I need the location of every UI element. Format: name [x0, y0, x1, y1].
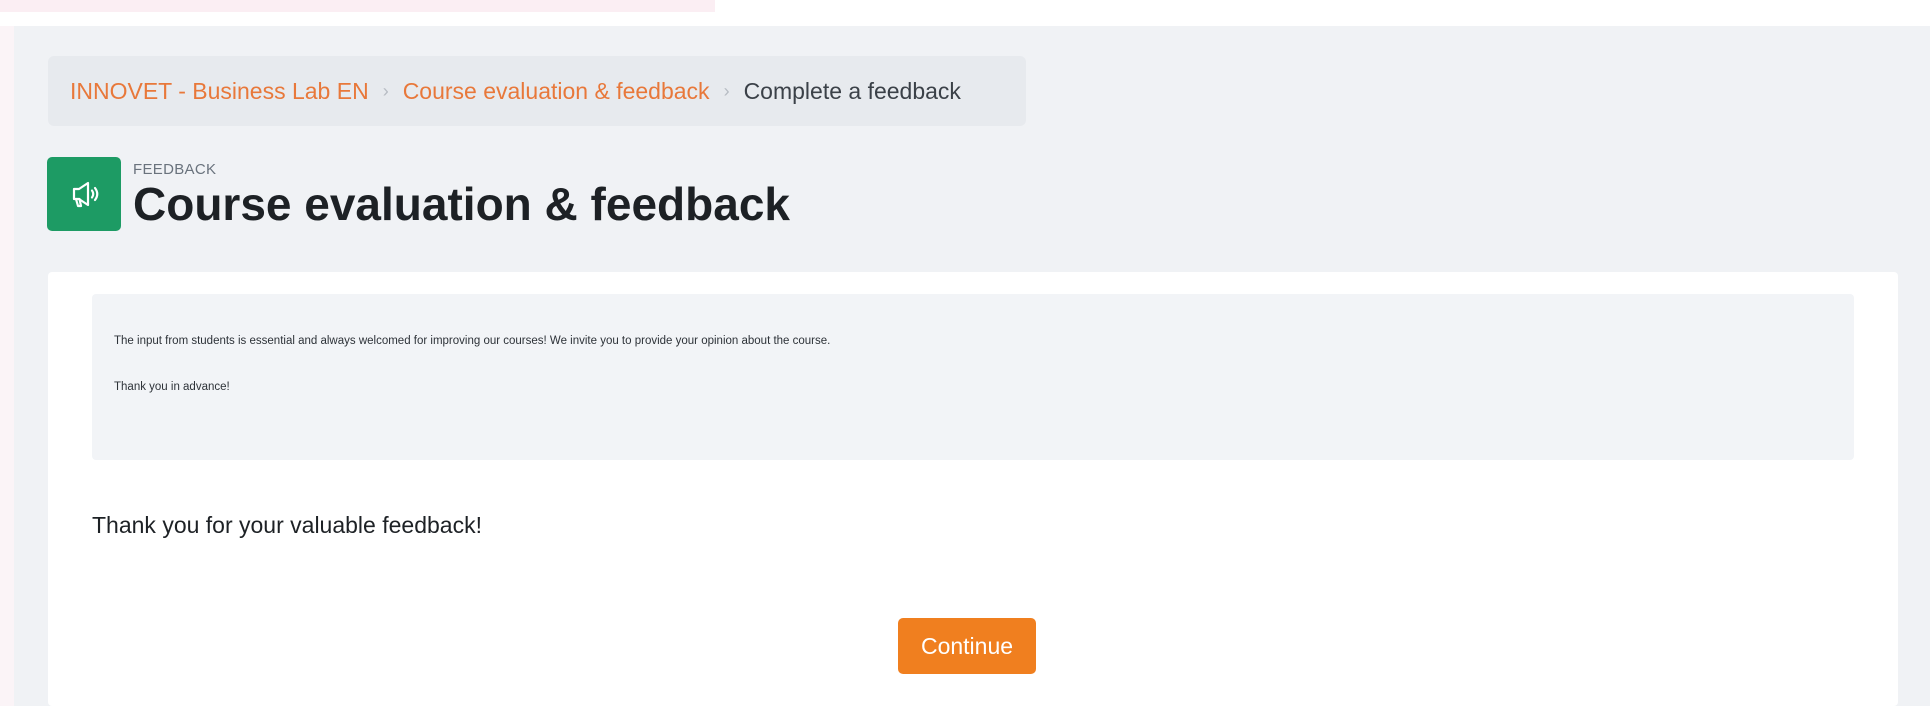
top-strip — [0, 0, 1930, 26]
top-strip-accent — [0, 0, 715, 12]
header-text: FEEDBACK Course evaluation & feedback — [133, 159, 790, 230]
breadcrumb-separator-icon: › — [382, 80, 389, 101]
page-content: INNOVET - Business Lab EN › Course evalu… — [14, 26, 1930, 706]
page-title: Course evaluation & feedback — [133, 177, 790, 230]
intro-text: The input from students is essential and… — [114, 335, 831, 347]
thanks-message: Thank you for your valuable feedback! — [92, 512, 482, 538]
breadcrumb-separator-icon: › — [723, 80, 730, 101]
breadcrumb-item-course[interactable]: INNOVET - Business Lab EN — [70, 78, 369, 105]
megaphone-icon — [47, 157, 121, 231]
breadcrumb-current: Complete a feedback — [743, 77, 961, 104]
continue-button[interactable]: Continue — [898, 618, 1036, 674]
breadcrumb: INNOVET - Business Lab EN › Course evalu… — [48, 56, 1026, 126]
intro-box: The input from students is essential and… — [92, 294, 1854, 460]
window-frame: INNOVET - Business Lab EN › Course evalu… — [0, 0, 1930, 706]
activity-type-label: FEEDBACK — [133, 160, 217, 178]
main-card: The input from students is essential and… — [48, 272, 1898, 706]
page-header: FEEDBACK Course evaluation & feedback — [47, 157, 790, 231]
breadcrumb-item-activity[interactable]: Course evaluation & feedback — [403, 78, 710, 105]
intro-thanks-text: Thank you in advance! — [114, 381, 230, 393]
